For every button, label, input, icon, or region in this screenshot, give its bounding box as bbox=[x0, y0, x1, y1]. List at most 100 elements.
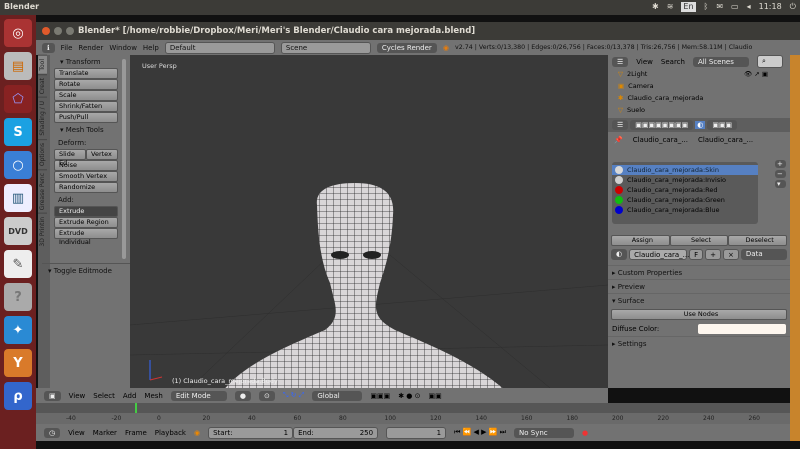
unlink-material-button[interactable]: × bbox=[723, 249, 739, 260]
outliner-filter-select[interactable]: All Scenes bbox=[692, 56, 749, 67]
select-mode-icons[interactable]: ▣▣▣ bbox=[370, 392, 390, 400]
menu-select[interactable]: Select bbox=[93, 392, 115, 400]
breadcrumb-object[interactable]: Claudio_cara_... bbox=[633, 136, 688, 144]
noise-button[interactable]: Noise bbox=[54, 160, 118, 171]
python-icon[interactable]: ρ bbox=[4, 382, 32, 410]
outliner-item[interactable]: ▣ Camera bbox=[608, 80, 790, 92]
mesh-tools-panel-header[interactable]: ▾ Mesh Tools bbox=[54, 123, 118, 136]
minimize-button[interactable] bbox=[54, 27, 62, 35]
new-material-button[interactable]: + bbox=[705, 249, 722, 260]
tab-grease-pencil[interactable]: Grease Penc bbox=[38, 168, 47, 213]
current-frame-marker[interactable] bbox=[135, 403, 137, 413]
push-pull-button[interactable]: Push/Pull bbox=[54, 112, 118, 123]
mode-select[interactable]: Edit Mode bbox=[170, 390, 227, 401]
material-slot[interactable]: Claudio_cara_mejorada:Blue bbox=[612, 205, 758, 215]
scene-select[interactable]: Scene bbox=[280, 41, 371, 54]
smooth-vertex-button[interactable]: Smooth Vertex bbox=[54, 171, 118, 182]
orientation-select[interactable]: Global bbox=[312, 390, 363, 401]
rotate-button[interactable]: Rotate bbox=[54, 79, 118, 90]
sync-select[interactable]: No Sync bbox=[514, 427, 575, 438]
add-slot-button[interactable]: + bbox=[775, 160, 786, 168]
material-slot[interactable]: Claudio_cara_mejorada:Skin bbox=[612, 165, 758, 175]
maximize-button[interactable] bbox=[66, 27, 74, 35]
extrude-region-button[interactable]: Extrude Region bbox=[54, 217, 118, 228]
use-nodes-button[interactable]: Use Nodes bbox=[611, 309, 787, 320]
menu-playback[interactable]: Playback bbox=[155, 429, 186, 437]
menu-view[interactable]: View bbox=[68, 429, 85, 437]
power-icon[interactable]: ⏻ bbox=[790, 2, 796, 12]
tab-3d-printing[interactable]: 3D Printin bbox=[38, 212, 47, 250]
tab-create[interactable]: Creat bbox=[38, 73, 47, 97]
material-slot[interactable]: Claudio_cara_mejorada:Invisio bbox=[612, 175, 758, 185]
close-button[interactable] bbox=[42, 27, 50, 35]
slot-specials-button[interactable]: ▾ bbox=[775, 180, 786, 188]
breadcrumb-material[interactable]: Claudio_cara_... bbox=[698, 136, 753, 144]
outliner-item[interactable]: ✱ Claudio_cara_mejorada bbox=[608, 92, 790, 104]
manipulator-icons[interactable]: ⤡ ↻ ⤢ bbox=[283, 391, 305, 400]
tool-shelf-scrollbar[interactable] bbox=[122, 59, 126, 259]
shading-select[interactable]: ● bbox=[234, 390, 251, 401]
menu-window[interactable]: Window bbox=[109, 44, 137, 52]
shrink-fatten-button[interactable]: Shrink/Fatten bbox=[54, 101, 118, 112]
extrude-select[interactable]: Extrude bbox=[54, 206, 118, 217]
render-icons[interactable]: ▣▣ bbox=[429, 392, 442, 400]
menu-add[interactable]: Add bbox=[123, 392, 137, 400]
randomize-button[interactable]: Randomize bbox=[54, 182, 118, 193]
dropbox-icon[interactable]: ✱ bbox=[652, 2, 659, 12]
vertex-slide-button[interactable]: Vertex bbox=[86, 149, 118, 160]
editor-type-icon[interactable]: ℹ bbox=[42, 42, 55, 53]
pin-icon[interactable]: 📌 bbox=[614, 136, 623, 144]
preview-panel[interactable]: ▸ Preview bbox=[608, 279, 790, 293]
record-button[interactable]: ● bbox=[582, 429, 588, 437]
app-star-icon[interactable]: ✦ bbox=[4, 316, 32, 344]
menu-help[interactable]: Help bbox=[143, 44, 159, 52]
3d-viewport[interactable]: User Persp (1) Claudio_cara_mejorada.Bod… bbox=[130, 55, 608, 388]
toggle-editmode-panel[interactable]: ▾ Toggle Editmode bbox=[42, 263, 130, 277]
surface-panel[interactable]: ▾ Surface bbox=[608, 293, 790, 307]
bluetooth-icon[interactable]: ᛒ bbox=[704, 2, 709, 12]
menu-file[interactable]: File bbox=[61, 44, 73, 52]
menu-mesh[interactable]: Mesh bbox=[144, 392, 162, 400]
end-frame-field[interactable]: End: 250 bbox=[293, 426, 379, 439]
material-tab-icon[interactable]: ◐ bbox=[695, 121, 706, 129]
snap-icons[interactable]: ✱ ● ⊙ bbox=[398, 392, 420, 400]
blender-launcher-icon[interactable]: Y bbox=[4, 349, 32, 377]
dvd-icon[interactable]: DVD bbox=[4, 217, 32, 245]
slide-edge-button[interactable]: Slide Ed bbox=[54, 149, 86, 167]
current-frame-field[interactable]: 1 bbox=[386, 426, 447, 439]
outliner-item[interactable]: ▽ 2Light 👁 ➚ ▣ bbox=[608, 68, 790, 80]
tab-shading[interactable]: Shading / U bbox=[38, 96, 47, 139]
start-frame-field[interactable]: Start: 1 bbox=[208, 426, 294, 439]
scale-button[interactable]: Scale bbox=[54, 90, 118, 101]
outliner-view-menu[interactable]: View bbox=[636, 58, 653, 66]
extrude-individual-button[interactable]: Extrude Individual bbox=[54, 228, 118, 246]
chromium-icon[interactable]: ○ bbox=[4, 151, 32, 179]
clock[interactable]: 11:18 bbox=[759, 2, 782, 12]
battery-icon[interactable]: ▭ bbox=[731, 2, 739, 12]
frame-ruler[interactable]: -40 -20 0 20 40 60 80 100 120 140 160 180 200 220 240 2… bbox=[36, 413, 790, 424]
mail-icon[interactable]: ✉ bbox=[716, 2, 723, 12]
translate-button[interactable]: Translate bbox=[54, 68, 118, 79]
keyboard-indicator[interactable]: En bbox=[681, 2, 696, 12]
material-slot[interactable]: Claudio_cara_mejorada:Red bbox=[612, 185, 758, 195]
outliner-item[interactable]: ▽ Suelo bbox=[608, 104, 790, 116]
custom-properties-panel[interactable]: ▸ Custom Properties bbox=[608, 265, 790, 279]
material-slot-list[interactable]: Claudio_cara_mejorada:Skin Claudio_cara_… bbox=[612, 162, 758, 224]
playback-controls[interactable]: ⏮ ⏪ ◀ ▶ ⏩ ⏭ bbox=[454, 428, 506, 437]
pivot-select[interactable]: ⊙ bbox=[258, 390, 275, 401]
files-icon[interactable]: ▤ bbox=[4, 52, 32, 80]
properties-context-tabs[interactable]: ☰ ▣▣▣▣▣▣▣▣ ◐ ▣▣▣ bbox=[608, 118, 790, 132]
material-browse-icon[interactable]: ◐ bbox=[611, 249, 628, 260]
fake-user-button[interactable]: F bbox=[689, 249, 704, 260]
timeline-area[interactable] bbox=[36, 403, 790, 413]
remove-slot-button[interactable]: − bbox=[775, 170, 786, 178]
wifi-icon[interactable]: ≋ bbox=[667, 2, 674, 12]
app-icon[interactable]: ⬠ bbox=[4, 85, 32, 113]
skype-icon[interactable]: S bbox=[4, 118, 32, 146]
help-icon[interactable]: ? bbox=[4, 283, 32, 311]
outliner-editor-icon[interactable]: ☰ bbox=[612, 56, 629, 67]
visibility-icons[interactable]: 👁 ➚ ▣ bbox=[744, 70, 790, 78]
select-button[interactable]: Select bbox=[669, 235, 729, 246]
preview-range-icon[interactable]: ◉ bbox=[194, 429, 200, 437]
text-editor-icon[interactable]: ✎ bbox=[4, 250, 32, 278]
